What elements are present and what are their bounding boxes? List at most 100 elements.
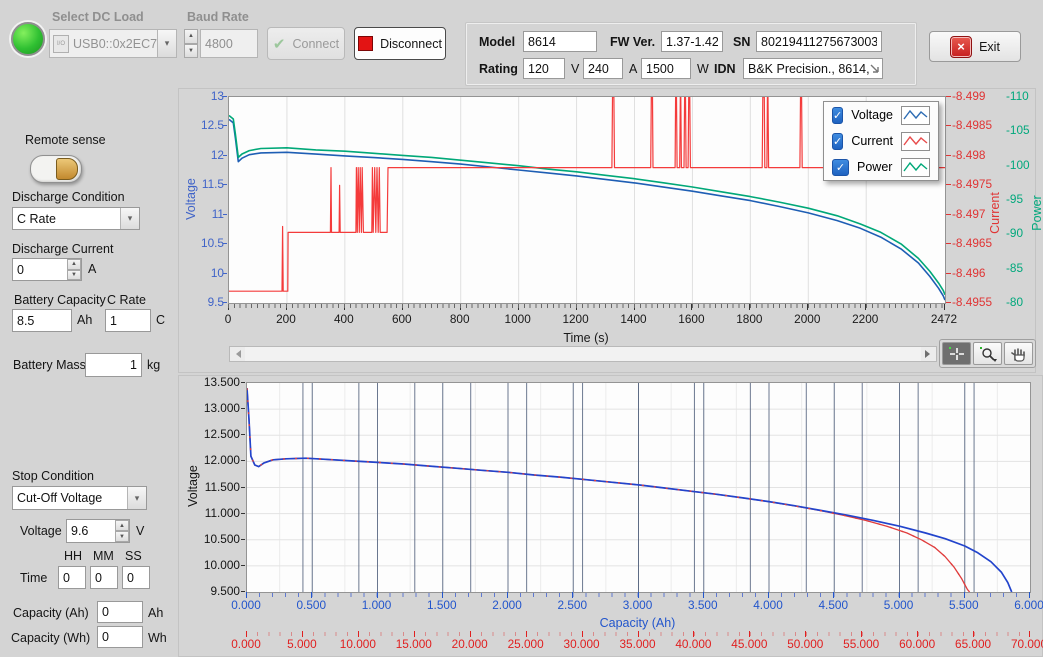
legend-checkbox[interactable]: ✓	[832, 107, 843, 124]
legend-label: Power	[857, 160, 892, 174]
spin-up-icon[interactable]: ▲	[115, 520, 129, 531]
tick-mark	[703, 592, 704, 598]
idn-value: B&K Precision., 8614,	[744, 62, 870, 76]
tick-mark	[946, 155, 951, 156]
cutoff-voltage-input[interactable]: 9.6 ▲▼	[66, 519, 130, 543]
capacity-wh-tick: 15.000	[390, 637, 438, 651]
dropdown-arrow-icon[interactable]: ▾	[157, 30, 176, 57]
rating-power-field[interactable]	[641, 58, 691, 79]
time-mm-input[interactable]	[90, 566, 118, 589]
spin-down-icon[interactable]: ▼	[67, 270, 81, 281]
chart-x-scrollbar[interactable]	[229, 346, 937, 362]
rating-current-field[interactable]	[583, 58, 623, 79]
zoom-tool-button[interactable]	[973, 342, 1002, 365]
capacity-wh-label: Capacity (Wh)	[11, 631, 90, 645]
time-axis-tick: 1400	[612, 312, 656, 326]
cutoff-voltage-unit: V	[136, 524, 144, 538]
time-axis-tick: 1600	[669, 312, 713, 326]
legend-checkbox[interactable]: ✓	[832, 159, 849, 176]
time-hh-input[interactable]	[58, 566, 86, 589]
capacity-ah-tick: 2.500	[548, 598, 596, 612]
chevron-down-icon[interactable]: ▾	[127, 487, 146, 509]
discharge-current-label: Discharge Current	[12, 242, 113, 256]
pan-hand-tool-button[interactable]	[1004, 342, 1033, 365]
scroll-right-icon[interactable]	[921, 347, 936, 361]
battery-capacity-unit: Ah	[77, 313, 92, 327]
fw-ver-field[interactable]	[661, 31, 723, 52]
tick-mark	[946, 184, 951, 185]
capacity-chart-plot[interactable]	[246, 382, 1031, 593]
legend-line-sample[interactable]	[901, 106, 930, 125]
dc-load-combo[interactable]: I/O USB0::0x2EC7: ▾	[49, 29, 177, 58]
tick-mark	[693, 631, 694, 637]
capacity-wh-tick: 30.000	[558, 637, 606, 651]
stop-condition-label: Stop Condition	[12, 469, 94, 483]
model-field[interactable]	[523, 31, 597, 52]
sn-field[interactable]	[756, 31, 882, 52]
remote-sense-toggle[interactable]	[30, 155, 82, 183]
tick-mark	[944, 304, 945, 310]
time-axis-label: Time (s)	[546, 331, 626, 345]
tick-mark	[223, 302, 227, 303]
tick-mark	[749, 631, 750, 637]
connect-button[interactable]: ✔ Connect	[267, 27, 345, 60]
discharge-condition-label: Discharge Condition	[12, 190, 125, 204]
idn-field[interactable]: B&K Precision., 8614,	[743, 58, 883, 79]
legend-row: ✓Voltage	[824, 102, 938, 128]
tick-mark	[311, 592, 312, 598]
tick-mark	[223, 125, 227, 126]
voltage-axis-tick: 9.5	[180, 295, 224, 309]
battery-mass-unit: kg	[147, 358, 160, 372]
spin-down-icon[interactable]: ▼	[184, 44, 198, 59]
time-ss-input[interactable]	[122, 566, 150, 589]
crosshair-tool-button[interactable]	[942, 342, 971, 365]
exit-label: Exit	[979, 40, 1000, 54]
discharge-current-input[interactable]: 0 ▲▼	[12, 258, 82, 281]
stop-condition-select[interactable]: Cut-Off Voltage ▾	[12, 486, 147, 510]
legend-line-sample[interactable]	[901, 132, 930, 151]
time-header-hh: HH	[64, 549, 82, 563]
capacity-wh-input[interactable]	[97, 626, 143, 648]
legend-checkbox[interactable]: ✓	[832, 133, 843, 150]
legend-line-sample[interactable]	[901, 158, 930, 177]
capacity-wh-tick: 40.000	[669, 637, 717, 651]
tick-mark	[946, 214, 951, 215]
capacity-ah-tick: 4.000	[744, 598, 792, 612]
voltage-axis-tick: 10.5	[180, 236, 224, 250]
stop-condition-value: Cut-Off Voltage	[13, 491, 127, 505]
rating-voltage-field[interactable]	[523, 58, 565, 79]
voltage-axis-tick: 12.500	[194, 427, 240, 441]
tick-mark	[507, 592, 508, 598]
red-stop-icon	[358, 36, 373, 51]
disconnect-button[interactable]: Disconnect	[354, 27, 446, 60]
capacity-ah-tick: 1.500	[418, 598, 466, 612]
tick-mark	[241, 539, 245, 540]
idn-label: IDN	[714, 62, 736, 76]
baud-rate-spinner[interactable]: ▲ ▼	[184, 29, 198, 58]
c-rate-input[interactable]	[105, 309, 151, 332]
chevron-down-icon[interactable]: ▾	[120, 208, 139, 229]
tick-mark	[241, 513, 245, 514]
capacity-wh-tick: 0.000	[222, 637, 270, 651]
spin-up-icon[interactable]: ▲	[184, 29, 198, 44]
baud-rate-input[interactable]	[200, 29, 258, 58]
tick-mark	[241, 434, 245, 435]
tick-mark	[861, 631, 862, 637]
exit-button[interactable]: × Exit	[929, 31, 1021, 62]
tick-mark	[526, 631, 527, 637]
capacity-ah-input[interactable]	[97, 601, 143, 623]
tick-mark	[223, 273, 227, 274]
spin-down-icon[interactable]: ▼	[115, 531, 129, 542]
discharge-condition-select[interactable]: C Rate ▾	[12, 207, 140, 230]
tick-mark	[470, 631, 471, 637]
tick-mark	[223, 214, 227, 215]
spin-up-icon[interactable]: ▲	[67, 259, 81, 270]
current-axis-label: Current	[988, 192, 1002, 234]
battery-mass-input[interactable]	[85, 353, 142, 377]
current-axis-tick: -8.4965	[952, 236, 992, 250]
tick-mark	[241, 408, 245, 409]
scroll-left-icon[interactable]	[230, 347, 245, 361]
capacity-wh-tick: 70.000	[1005, 637, 1043, 651]
battery-capacity-input[interactable]	[12, 309, 72, 332]
capacity-ah-tick: 4.500	[809, 598, 857, 612]
